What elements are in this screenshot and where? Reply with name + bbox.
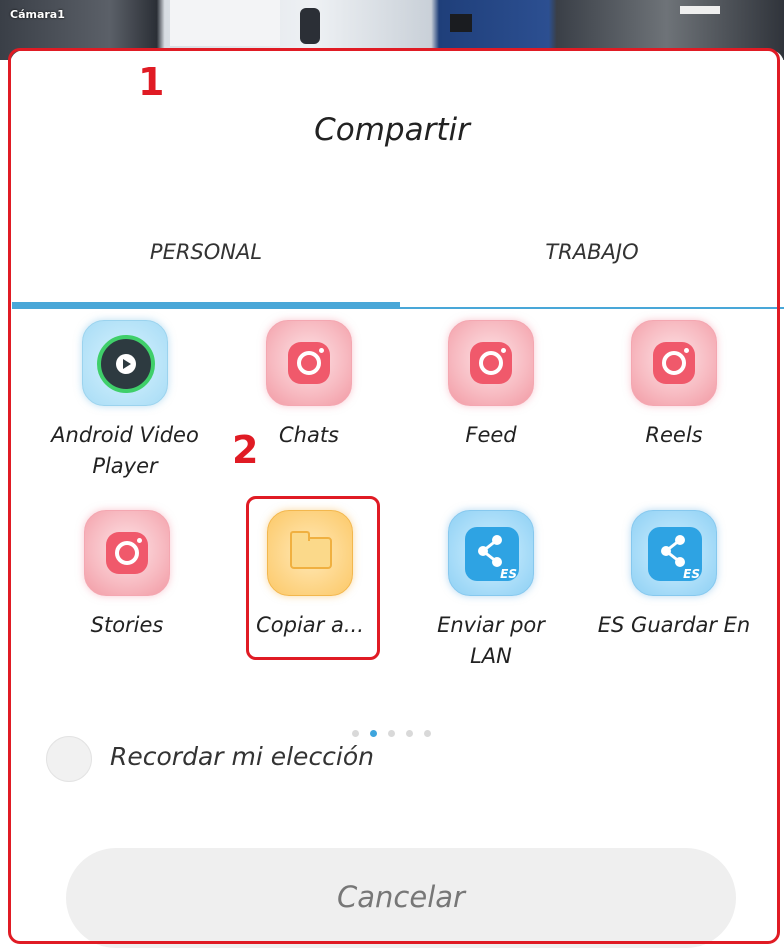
app-label: Android Video Player [51,423,199,478]
camera-label: Cámara1 [10,8,65,21]
background-object [450,14,472,32]
page-dot [352,730,359,737]
app-enviar-por-lan[interactable]: ES Enviar por LAN [406,510,576,672]
annotation-number-1: 1 [138,60,165,104]
background-light [680,6,720,14]
instagram-icon [448,320,534,406]
instagram-icon [84,510,170,596]
folder-icon [267,510,353,596]
es-share-icon: ES [448,510,534,596]
active-tab-indicator [12,302,400,309]
page-dot-active [370,730,377,737]
dialog-title: Compartir [314,112,470,148]
share-sheet [10,50,784,948]
cancel-button-label: Cancelar [337,880,465,914]
app-label: Enviar por LAN [437,613,545,668]
instagram-icon [631,320,717,406]
remember-choice-radio[interactable] [46,736,92,782]
app-instagram-stories[interactable]: Stories [42,510,212,641]
page-dot [424,730,431,737]
app-instagram-reels[interactable]: Reels [589,320,759,451]
app-label: Copiar a... [256,613,364,637]
annotation-number-2: 2 [232,428,259,472]
app-es-guardar-en[interactable]: ES ES Guardar En [589,510,759,641]
page-dot [406,730,413,737]
tab-trabajo[interactable]: TRABAJO [400,240,784,264]
app-android-video-player[interactable]: Android Video Player [40,320,210,482]
instagram-icon [266,320,352,406]
background-panel [170,0,280,46]
remember-choice-label[interactable]: Recordar mi elección [110,742,374,771]
cancel-button[interactable]: Cancelar [66,848,736,948]
video-player-icon [82,320,168,406]
app-label: Stories [90,613,164,637]
tab-personal[interactable]: PERSONAL [12,240,400,264]
background-figure [300,8,320,44]
app-label: Reels [645,423,703,447]
app-label: Feed [465,423,517,447]
app-label: ES Guardar En [597,613,751,637]
app-instagram-feed[interactable]: Feed [406,320,576,451]
page-indicator [352,722,442,741]
app-copiar-a[interactable]: Copiar a... [225,510,395,641]
es-share-icon: ES [631,510,717,596]
page-dot [388,730,395,737]
